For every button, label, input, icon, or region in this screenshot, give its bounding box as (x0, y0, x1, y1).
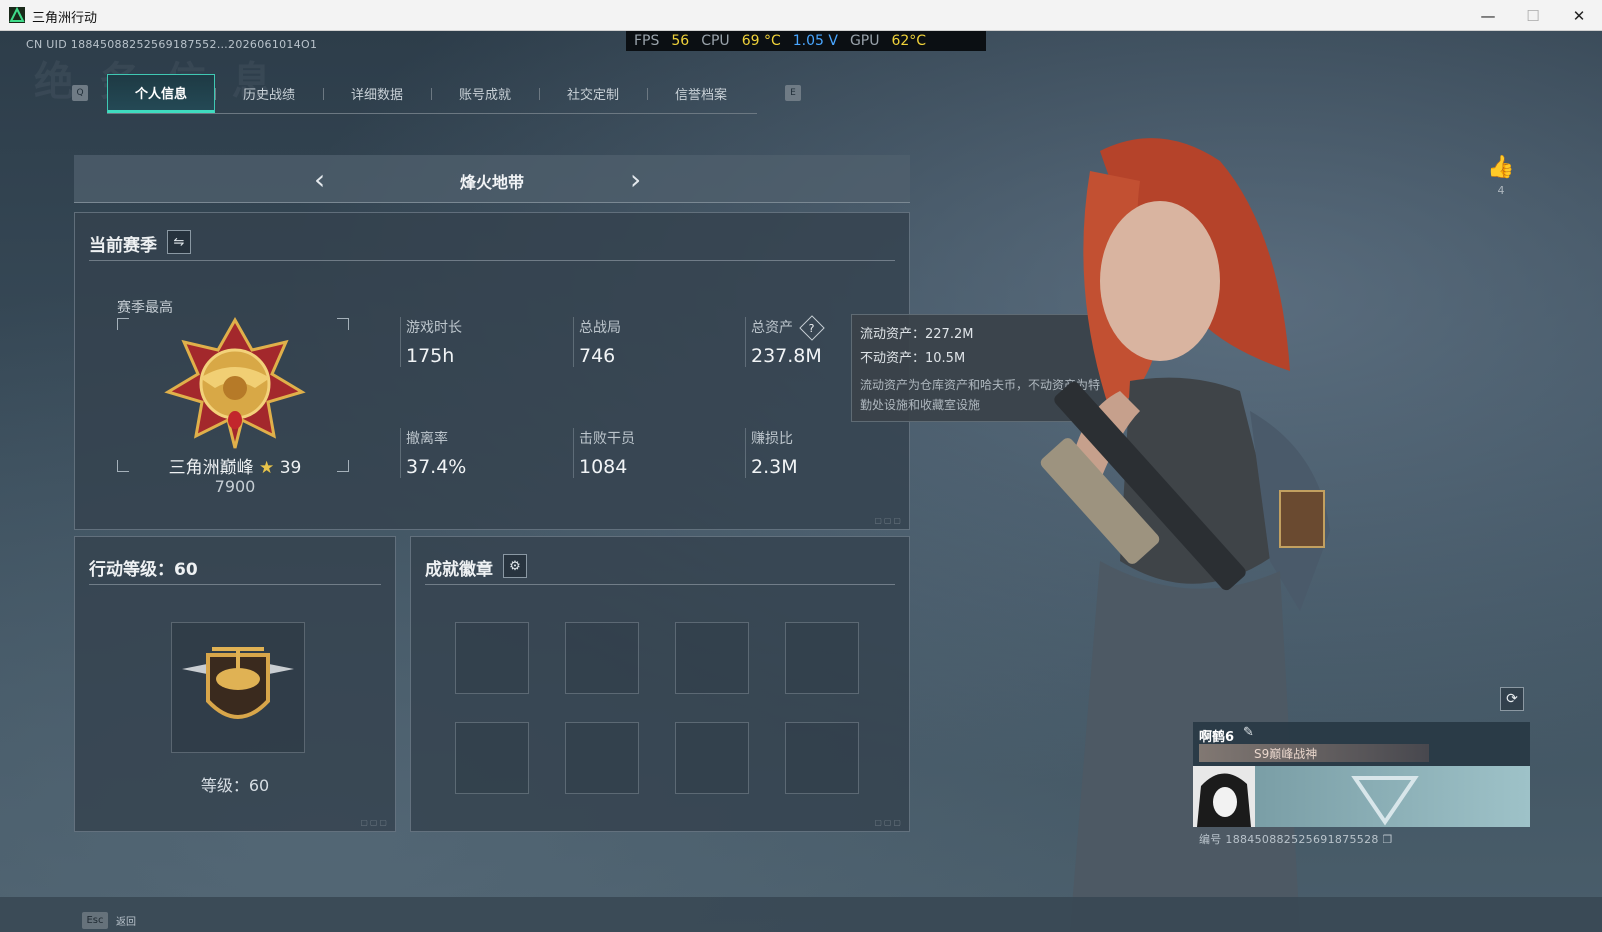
tab-detailed-data[interactable]: 详细数据 (323, 74, 431, 113)
tab-list: 个人信息 历史战绩 详细数据 账号成就 社交定制 信誉档案 (107, 74, 757, 114)
rank-badge-icon (160, 316, 310, 451)
mode-selector: ‹ 烽火地带 › (74, 155, 910, 203)
tab-credit[interactable]: 信誉档案 (647, 74, 755, 113)
rank-name-row: 三角洲巅峰 ★ 39 (115, 453, 355, 478)
panel-decoration: ▢▢▢ (360, 818, 389, 827)
fps-label: FPS (634, 33, 660, 49)
avatar[interactable] (1193, 766, 1255, 827)
player-id-text: 编号 188450882525691875528 (1199, 833, 1379, 846)
season-title: 当前赛季 (89, 236, 157, 256)
bottom-bar: Esc 返回 (0, 897, 1602, 932)
fps-value: 56 (671, 33, 690, 49)
achievements-divider (425, 584, 895, 585)
player-id: 编号 188450882525691875528 ❐ (1199, 831, 1393, 847)
back-label[interactable]: 返回 (116, 913, 136, 928)
level-divider (89, 584, 381, 585)
stat-label-text: 总资产 (751, 320, 793, 336)
star-icon: ★ (259, 458, 275, 478)
achievement-slot[interactable] (565, 722, 639, 794)
gpu-temp: 62°C (891, 33, 927, 49)
stat-label: 总战局 (579, 320, 621, 336)
stat-label: 击败干员 (579, 431, 635, 447)
cpu-temp: 69 °C (741, 33, 781, 49)
achievement-badges-panel: 成就徽章 ⚙ ▢▢▢ (410, 536, 910, 832)
mode-title: 烽火地带 (459, 173, 524, 192)
minimize-button[interactable]: — (1465, 0, 1511, 31)
tab-next-key[interactable]: E (785, 85, 801, 101)
player-namecard[interactable]: 啊鹤6 ✎ S9巅峰战神 (1193, 722, 1530, 827)
rank-stars: 39 (279, 458, 302, 478)
tab-personal-info[interactable]: 个人信息 (107, 74, 215, 113)
edit-icon[interactable]: ✎ (1243, 725, 1254, 740)
panel-decoration: ▢▢▢ (874, 516, 903, 525)
level-label: 等级：60 (200, 776, 270, 795)
achievement-slot[interactable] (455, 722, 529, 794)
stat-value: 175h (406, 345, 455, 367)
current-season-panel: 当前赛季 ⇋ 赛季最高 三角洲巅峰 ★ 39 7900 游戏时长 175h 总战… (74, 212, 910, 530)
esc-key[interactable]: Esc (82, 912, 108, 929)
tab-history[interactable]: 历史战绩 (215, 74, 323, 113)
frame-corner (117, 318, 129, 330)
achievement-slot[interactable] (785, 622, 859, 694)
stat-value: 37.4% (406, 456, 467, 478)
level-badge-icon (171, 622, 305, 753)
stat-total-matches: 总战局 746 (573, 317, 733, 367)
cpu-label: CPU (701, 33, 730, 49)
game-viewport: 绝 务 信 息 CN UID 18845088252569187552…2026… (0, 31, 1602, 932)
action-level-panel: 行动等级：60 等级：60 ▢▢▢ (74, 536, 396, 832)
stat-extraction-rate: 撤离率 37.4% (400, 428, 560, 478)
achievement-slot[interactable] (785, 722, 859, 794)
window-title: 三角洲行动 (32, 11, 98, 26)
refresh-icon[interactable]: ⟳ (1500, 687, 1524, 711)
player-name: 啊鹤6 (1199, 730, 1235, 745)
player-title-bar: S9巅峰战神 (1199, 744, 1429, 762)
achievement-slot[interactable] (565, 622, 639, 694)
uid-text: CN UID 18845088252569187552…2026061014O1 (26, 38, 318, 51)
season-divider (89, 260, 895, 261)
achievement-slot[interactable] (675, 622, 749, 694)
gear-icon[interactable]: ⚙ (503, 554, 527, 578)
namecard-banner (1255, 766, 1530, 827)
performance-overlay: FPS 56 CPU 69 °C 1.05 V GPU 62°C (626, 31, 986, 51)
achievement-slot[interactable] (455, 622, 529, 694)
like-button[interactable]: 👍 4 (1486, 155, 1516, 197)
season-best-label: 赛季最高 (117, 300, 173, 316)
player-title: S9巅峰战神 (1254, 747, 1318, 761)
stat-value: 1084 (579, 456, 628, 478)
stat-playtime: 游戏时长 175h (400, 317, 560, 367)
copy-icon[interactable]: ❐ (1382, 833, 1392, 846)
tab-social[interactable]: 社交定制 (539, 74, 647, 113)
level-title: 行动等级：60 (89, 560, 198, 580)
gpu-label: GPU (849, 33, 880, 49)
stat-label: 撤离率 (406, 431, 448, 447)
stat-profit-loss-ratio: 赚损比 2.3M (745, 428, 905, 478)
mode-next-button[interactable]: › (630, 163, 641, 196)
panel-decoration: ▢▢▢ (874, 818, 903, 827)
achievement-slot[interactable] (675, 722, 749, 794)
stat-value: 2.3M (751, 456, 798, 478)
switch-season-button[interactable]: ⇋ (167, 230, 191, 254)
tab-achievements[interactable]: 账号成就 (431, 74, 539, 113)
frame-corner (337, 318, 349, 330)
stat-operators-defeated: 击败干员 1084 (573, 428, 733, 478)
maximize-button[interactable]: ☐ (1510, 0, 1556, 31)
help-glyph: ? (809, 321, 816, 335)
app-icon (9, 7, 25, 23)
close-button[interactable]: ✕ (1556, 0, 1602, 31)
voltage-value: 1.05 V (792, 33, 838, 49)
window-titlebar: 三角洲行动 — ☐ ✕ (0, 0, 1602, 31)
tab-bar: Q 个人信息 历史战绩 详细数据 账号成就 社交定制 信誉档案 E (72, 74, 801, 114)
stat-value: 746 (579, 345, 616, 367)
help-icon[interactable]: ? (799, 315, 826, 341)
stat-label: 游戏时长 (406, 320, 462, 336)
like-count: 4 (1497, 184, 1505, 197)
tab-prev-key[interactable]: Q (72, 85, 88, 101)
rank-name: 三角洲巅峰 (168, 458, 254, 478)
achievements-title: 成就徽章 (425, 560, 493, 580)
stat-label: 赚损比 (751, 431, 793, 447)
thumbs-up-icon: 👍 (1487, 155, 1515, 180)
rank-score: 7900 (214, 477, 256, 496)
